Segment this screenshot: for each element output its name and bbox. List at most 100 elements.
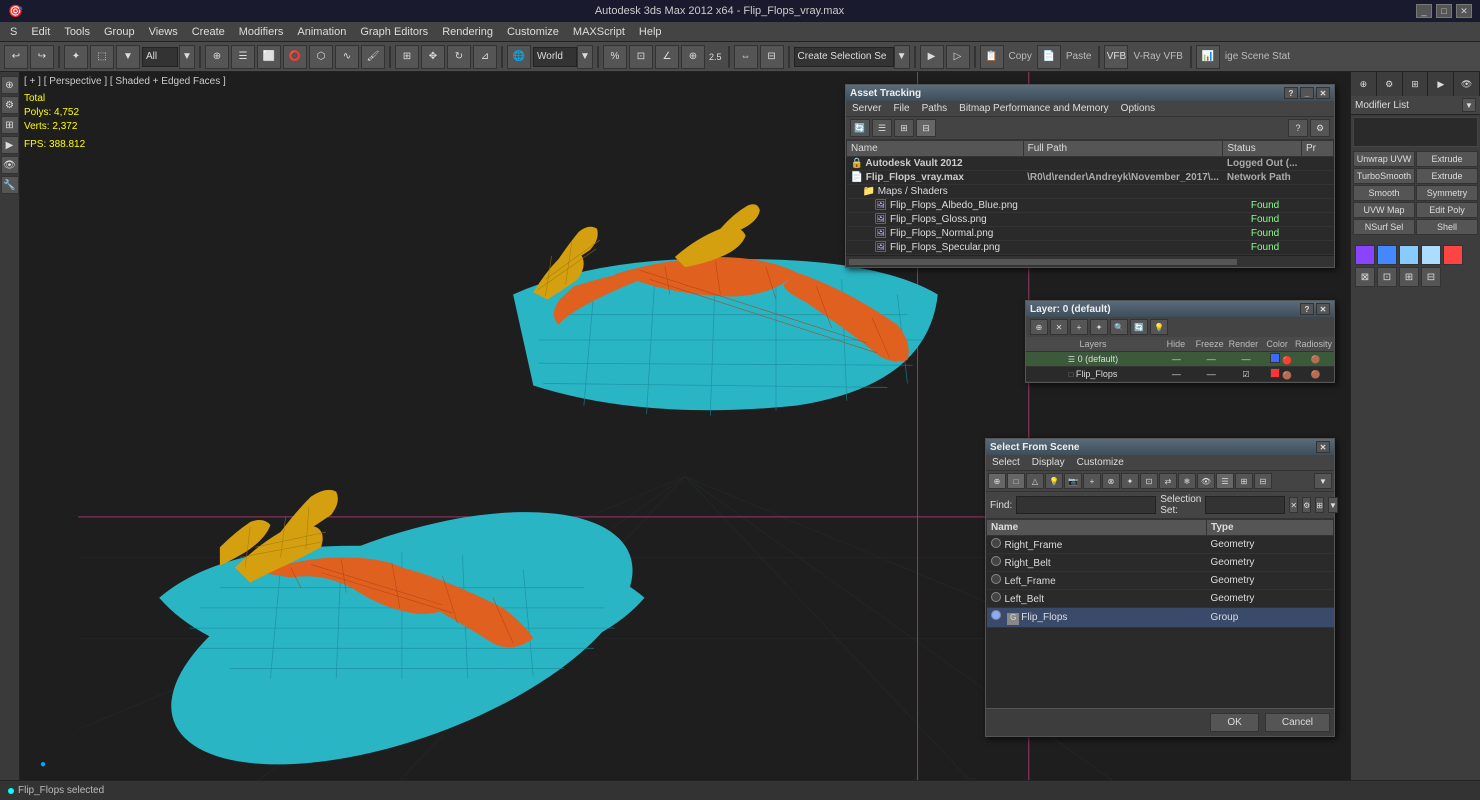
coord-dropdown[interactable]: World ▼ xyxy=(533,45,593,69)
extrude-btn-1[interactable]: Extrude xyxy=(1416,151,1478,167)
layer-select-btn[interactable]: ✦ xyxy=(1090,319,1108,335)
scene-switch-btn[interactable]: ⇄ xyxy=(1159,473,1177,489)
rp-tab-motion[interactable]: ▶ xyxy=(1428,72,1454,96)
color-btn-3[interactable] xyxy=(1399,245,1419,265)
scene-menu-customize[interactable]: Customize xyxy=(1075,456,1126,469)
create-tab[interactable]: ⊕ xyxy=(1,76,19,94)
extrude-btn-2[interactable]: Extrude xyxy=(1416,168,1478,184)
asset-list-btn[interactable]: ⊞ xyxy=(894,119,914,137)
layer-refresh-btn[interactable]: 🔄 xyxy=(1130,319,1148,335)
turbosmooth-btn[interactable]: TurboSmooth xyxy=(1353,168,1415,184)
rotate-button[interactable]: ↻ xyxy=(447,45,471,69)
edit-poly-btn[interactable]: Edit Poly xyxy=(1416,202,1478,218)
scene-filter-btn[interactable]: ▼ xyxy=(1314,473,1332,489)
scene-freeze-btn[interactable]: ❄ xyxy=(1178,473,1196,489)
scene-part-btn[interactable]: ⊡ xyxy=(1140,473,1158,489)
scene-col-btn[interactable]: ⊟ xyxy=(1254,473,1272,489)
layer-add-btn[interactable]: + xyxy=(1070,319,1088,335)
nav-btn-2[interactable]: ⊡ xyxy=(1377,267,1397,287)
percent-snap-button[interactable]: % xyxy=(603,45,627,69)
menu-modifiers[interactable]: Modifiers xyxy=(233,24,290,40)
scene-bones-btn[interactable]: ✦ xyxy=(1121,473,1139,489)
align-button[interactable]: ⊟ xyxy=(760,45,784,69)
sel-set-input[interactable] xyxy=(794,47,894,67)
asset-row-gloss[interactable]: 🖼 Flip_Flops_Gloss.png Found xyxy=(847,213,1334,227)
menu-help[interactable]: Help xyxy=(633,24,668,40)
asset-row-albedo[interactable]: 🖼 Flip_Flops_Albedo_Blue.png Found xyxy=(847,199,1334,213)
uvw-map-btn[interactable]: UVW Map xyxy=(1353,202,1415,218)
menu-create[interactable]: Create xyxy=(186,24,231,40)
find-clear-btn[interactable]: ✕ xyxy=(1289,497,1298,513)
scene-close-btn[interactable]: ✕ xyxy=(1316,441,1330,453)
scene-hide-btn[interactable]: 👁 xyxy=(1197,473,1215,489)
asset-menu-file[interactable]: File xyxy=(891,102,911,115)
asset-row-normal[interactable]: 🖼 Flip_Flops_Normal.png Found xyxy=(847,227,1334,241)
redo-button[interactable]: ↪ xyxy=(30,45,54,69)
fence-sel-button[interactable]: ⬡ xyxy=(309,45,333,69)
angle-snap-button[interactable]: ∠ xyxy=(655,45,679,69)
scene-cancel-btn[interactable]: Cancel xyxy=(1265,713,1330,732)
menu-tools[interactable]: Tools xyxy=(58,24,96,40)
mirror-button[interactable]: ⇔ xyxy=(734,45,758,69)
asset-refresh-btn[interactable]: 🔄 xyxy=(850,119,870,137)
rp-tab-display[interactable]: 👁 xyxy=(1454,72,1480,96)
menu-group[interactable]: Group xyxy=(98,24,141,40)
menu-customize[interactable]: Customize xyxy=(501,24,565,40)
asset-menu-server[interactable]: Server xyxy=(850,102,883,115)
color-btn-5[interactable] xyxy=(1443,245,1463,265)
asset-scrollbar-h[interactable] xyxy=(846,255,1334,267)
filter-button[interactable]: ▼ xyxy=(116,45,140,69)
smooth-btn[interactable]: Smooth xyxy=(1353,185,1415,201)
scene-row-right-frame[interactable]: Right_Frame Geometry xyxy=(987,536,1334,554)
layer-row-default[interactable]: ☰ 0 (default) — — — 🔴 🟤 xyxy=(1026,352,1334,367)
scene-ok-btn[interactable]: OK xyxy=(1210,713,1258,732)
layer-create-btn[interactable]: ⊕ xyxy=(1030,319,1048,335)
shell-btn[interactable]: Shell xyxy=(1416,219,1478,235)
spinner-snap-button[interactable]: ⊡ xyxy=(629,45,653,69)
modifier-dropdown-btn[interactable]: ▼ xyxy=(1462,98,1476,112)
scene-all-btn[interactable]: ⊕ xyxy=(988,473,1006,489)
menu-maxscript[interactable]: MAXScript xyxy=(567,24,631,40)
hierarchy-tab[interactable]: ⊞ xyxy=(1,116,19,134)
coord-dropdown-btn[interactable]: ▼ xyxy=(577,45,593,69)
paste-button[interactable]: 📄 xyxy=(1037,45,1061,69)
asset-help-btn[interactable]: ? xyxy=(1284,87,1298,99)
color-btn-1[interactable] xyxy=(1355,245,1375,265)
coord-input[interactable]: World xyxy=(533,47,577,67)
snap-button[interactable]: ⊕ xyxy=(681,45,705,69)
modify-tab[interactable]: ⚙ xyxy=(1,96,19,114)
nav-btn-3[interactable]: ⊞ xyxy=(1399,267,1419,287)
window-cross-btn[interactable]: ⊞ xyxy=(395,45,419,69)
unwrap-uvw-btn[interactable]: Unwrap UVW xyxy=(1353,151,1415,167)
asset-menu-options[interactable]: Options xyxy=(1119,102,1157,115)
find-input[interactable] xyxy=(1016,496,1156,514)
render-active-btn[interactable]: ▷ xyxy=(946,45,970,69)
scale-button[interactable]: ⊿ xyxy=(473,45,497,69)
scene-helper-btn[interactable]: + xyxy=(1083,473,1101,489)
move-button[interactable]: ✥ xyxy=(421,45,445,69)
select-region-button[interactable]: ⬚ xyxy=(90,45,114,69)
select-name-button[interactable]: ☰ xyxy=(231,45,255,69)
symmetry-btn[interactable]: Symmetry xyxy=(1416,185,1478,201)
menu-views[interactable]: Views xyxy=(143,24,184,40)
layer-find-btn[interactable]: 🔍 xyxy=(1110,319,1128,335)
render-scene-btn[interactable]: ▶ xyxy=(920,45,944,69)
scene-menu-display[interactable]: Display xyxy=(1030,456,1067,469)
menu-graph-editors[interactable]: Graph Editors xyxy=(354,24,434,40)
asset-row-specular[interactable]: 🖼 Flip_Flops_Specular.png Found xyxy=(847,241,1334,255)
create-sel-set[interactable]: ▼ xyxy=(794,45,910,69)
nav-btn-4[interactable]: ⊟ xyxy=(1421,267,1441,287)
color-btn-2[interactable] xyxy=(1377,245,1397,265)
filter-dropdown[interactable]: ▼ xyxy=(142,45,195,69)
close-button[interactable]: ✕ xyxy=(1456,4,1472,18)
restore-button[interactable]: □ xyxy=(1436,4,1452,18)
asset-view-btn[interactable]: ☰ xyxy=(872,119,892,137)
paint-sel-button[interactable]: 🖌 xyxy=(361,45,385,69)
scene-geo-btn[interactable]: □ xyxy=(1007,473,1025,489)
ige-btn[interactable]: 📊 xyxy=(1196,45,1220,69)
asset-help-icon[interactable]: ? xyxy=(1288,119,1308,137)
menu-edit[interactable]: Edit xyxy=(25,24,56,40)
layer-row-flipflops[interactable]: □ Flip_Flops — — ☑ 🟤 🟤 xyxy=(1026,367,1334,382)
scene-sort-btn[interactable]: ⊞ xyxy=(1235,473,1253,489)
rp-tab-hierarchy[interactable]: ⊞ xyxy=(1403,72,1429,96)
